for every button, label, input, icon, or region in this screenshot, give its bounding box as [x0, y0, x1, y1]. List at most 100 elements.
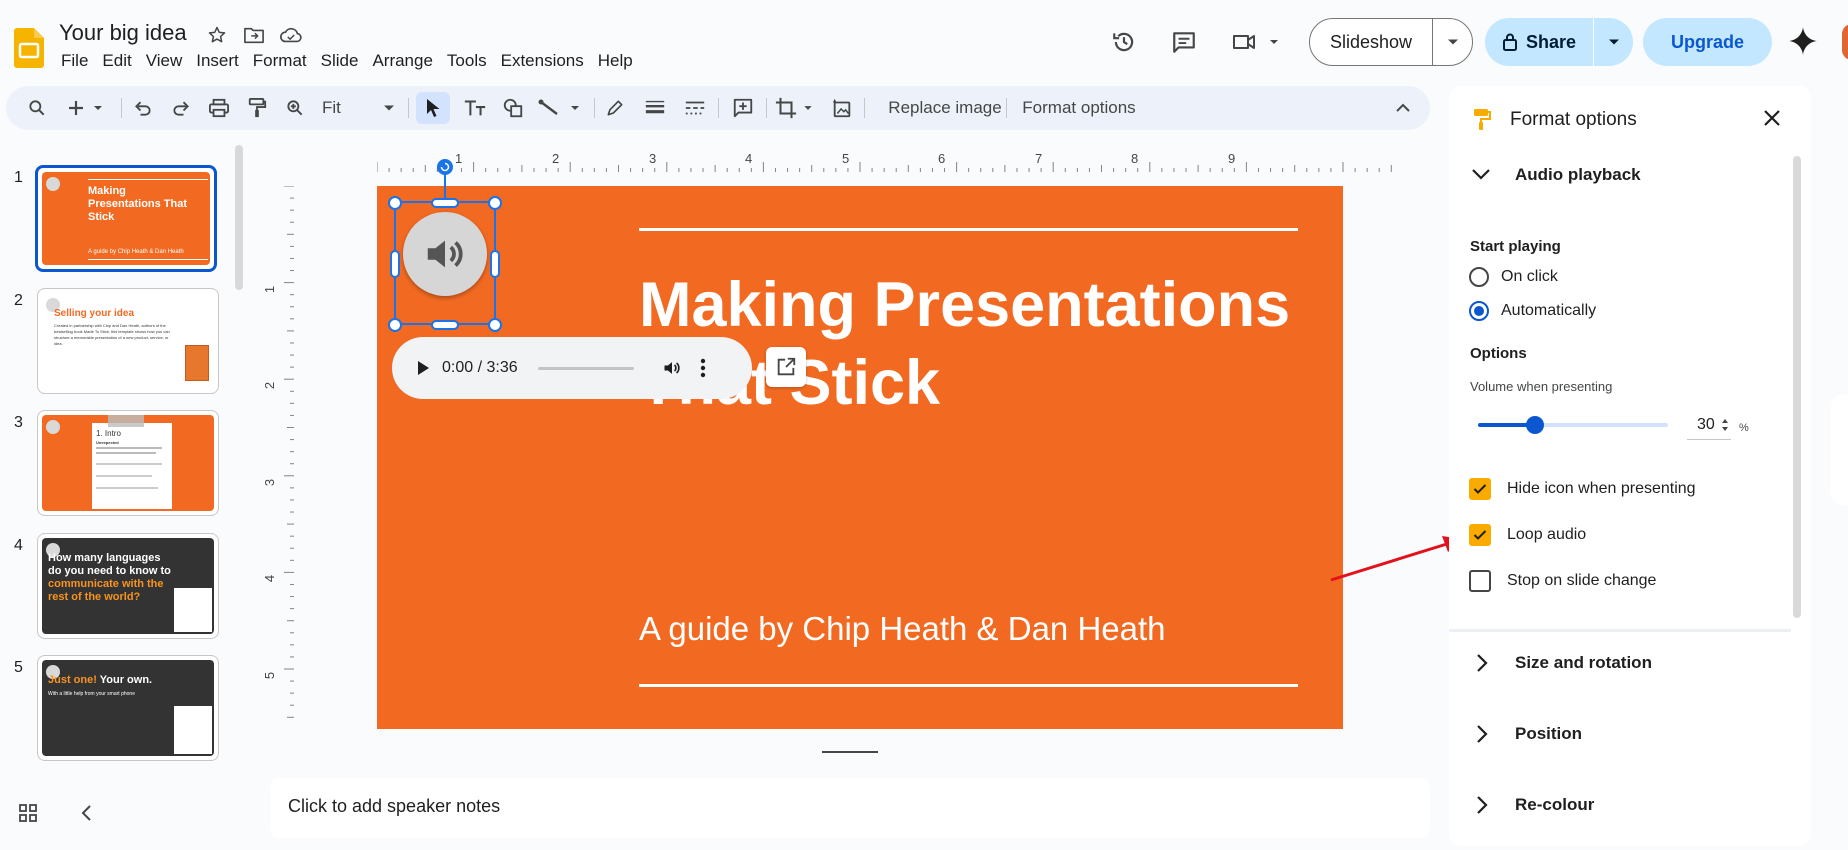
star-icon[interactable] — [204, 22, 230, 48]
stop-on-change-checkbox[interactable] — [1469, 570, 1491, 592]
speaker-notes[interactable]: Click to add speaker notes — [270, 778, 1430, 838]
audio-progress-track[interactable] — [537, 366, 634, 370]
slideshow-label[interactable]: Slideshow — [1310, 19, 1433, 65]
slide-thumbnail-5[interactable]: Just one! Your own. With a little help f… — [37, 655, 219, 761]
replace-image-button[interactable]: Replace image — [872, 86, 1018, 130]
menu-view[interactable]: View — [139, 50, 190, 72]
menu-extensions[interactable]: Extensions — [494, 50, 591, 72]
print-icon[interactable] — [204, 86, 234, 130]
move-folder-icon[interactable] — [241, 22, 267, 48]
paint-format-icon[interactable] — [242, 86, 272, 130]
menu-file[interactable]: File — [59, 50, 95, 72]
panel-scrollbar[interactable] — [1793, 156, 1801, 618]
text-box-icon[interactable] — [458, 86, 492, 130]
volume-slider[interactable] — [1478, 415, 1668, 435]
radio-on-click[interactable] — [1469, 267, 1489, 287]
collapse-filmstrip-icon[interactable] — [80, 804, 92, 822]
note-card — [174, 588, 212, 632]
slide[interactable]: Making Presentations That Stick A guide … — [377, 186, 1343, 729]
more-options-icon[interactable] — [700, 358, 706, 378]
upgrade-button[interactable]: Upgrade — [1643, 18, 1772, 66]
notes-resize-handle[interactable] — [822, 751, 878, 753]
zoom-dropdown-icon — [384, 105, 394, 111]
slide-thumbnail-2[interactable]: Selling your idea Created in partnership… — [37, 288, 219, 394]
loop-audio-option[interactable]: Loop audio — [1469, 524, 1586, 546]
border-dash-icon[interactable] — [680, 86, 710, 130]
filmstrip-scrollbar[interactable] — [235, 145, 243, 290]
reset-image-icon[interactable] — [826, 86, 858, 130]
position-header[interactable]: Position — [1471, 709, 1793, 757]
volume-input[interactable]: 30 — [1687, 412, 1731, 440]
audio-playback-header[interactable]: Audio playback — [1471, 150, 1793, 198]
chevron-down-icon — [1472, 169, 1490, 180]
volume-knob[interactable] — [1526, 416, 1544, 434]
slides-logo-icon[interactable] — [14, 28, 44, 68]
meet-call-icon[interactable] — [1228, 24, 1288, 60]
slideshow-dropdown-icon[interactable] — [1433, 19, 1472, 65]
note-card — [174, 706, 212, 754]
format-options-button[interactable]: Format options — [1014, 86, 1144, 130]
grid-view-icon[interactable] — [18, 803, 38, 823]
undo-icon[interactable] — [128, 86, 158, 130]
menu-insert[interactable]: Insert — [189, 50, 246, 72]
panel-title: Format options — [1510, 109, 1637, 130]
shape-icon[interactable] — [496, 86, 530, 130]
open-external-icon[interactable] — [766, 347, 806, 387]
slide-subtitle[interactable]: A guide by Chip Heath & Dan Heath — [639, 610, 1166, 648]
side-panel-edge[interactable] — [1830, 395, 1848, 505]
recolour-header[interactable]: Re-colour — [1471, 780, 1793, 828]
chevron-right-icon — [1477, 654, 1488, 672]
menu-arrange[interactable]: Arrange — [365, 50, 439, 72]
automatically-option[interactable]: Automatically — [1469, 301, 1596, 321]
version-history-icon[interactable] — [1106, 24, 1142, 60]
thumb-title: Making Presentations That Stick — [88, 185, 188, 223]
loop-audio-checkbox[interactable] — [1469, 524, 1491, 546]
volume-stepper-icon[interactable] — [1721, 417, 1729, 433]
slide-thumbnail-4[interactable]: How many languages do you need to know t… — [37, 533, 219, 639]
cloud-saved-icon[interactable] — [278, 22, 304, 48]
gemini-sparkle-icon[interactable] — [1788, 26, 1818, 56]
collapse-toolbar-icon[interactable] — [1388, 86, 1418, 130]
search-menus-icon[interactable] — [22, 86, 52, 130]
close-panel-icon[interactable] — [1762, 108, 1782, 128]
format-options-panel: Format options Audio playback Start play… — [1449, 86, 1811, 846]
radio-automatically[interactable] — [1469, 301, 1489, 321]
select-tool-icon[interactable] — [416, 92, 450, 124]
menu-edit[interactable]: Edit — [95, 50, 138, 72]
zoom-select[interactable]: Fit — [316, 86, 401, 130]
share-label: Share — [1525, 31, 1577, 52]
zoom-icon[interactable] — [280, 86, 310, 130]
hide-icon-checkbox[interactable] — [1469, 478, 1491, 500]
play-icon[interactable] — [416, 360, 430, 376]
new-slide-icon[interactable] — [64, 86, 114, 130]
menu-tools[interactable]: Tools — [440, 50, 494, 72]
border-color-icon[interactable] — [600, 86, 630, 130]
crop-image-icon[interactable] — [772, 86, 822, 130]
on-click-option[interactable]: On click — [1469, 267, 1558, 287]
redo-icon[interactable] — [166, 86, 196, 130]
menu-help[interactable]: Help — [591, 50, 640, 72]
menu-slide[interactable]: Slide — [314, 50, 366, 72]
menu-format[interactable]: Format — [246, 50, 314, 72]
ruler-label: 6 — [938, 151, 946, 166]
stop-on-change-option[interactable]: Stop on slide change — [1469, 570, 1656, 592]
size-rotation-header[interactable]: Size and rotation — [1471, 638, 1793, 686]
audio-player: 0:00 / 3:36 — [392, 337, 752, 399]
border-weight-icon[interactable] — [640, 86, 670, 130]
speaker-icon — [46, 177, 60, 191]
slide-thumbnail-3[interactable]: 1. Intro Unexpected — [37, 410, 219, 516]
volume-icon[interactable] — [662, 358, 682, 378]
ruler-label: 5 — [842, 151, 850, 166]
slide-thumbnail-1[interactable]: Making Presentations That Stick A guide … — [35, 165, 217, 272]
comments-icon[interactable] — [1166, 24, 1202, 60]
audio-time: 0:00 / 3:36 — [442, 359, 518, 376]
share-button[interactable]: Share — [1485, 18, 1633, 66]
share-dropdown-icon[interactable] — [1594, 18, 1633, 66]
slideshow-button[interactable]: Slideshow — [1309, 18, 1473, 66]
document-title[interactable]: Your big idea — [59, 20, 187, 46]
add-comment-icon[interactable] — [726, 86, 760, 130]
line-tool-icon[interactable] — [536, 86, 588, 130]
share-main[interactable]: Share — [1485, 18, 1594, 66]
hide-icon-option[interactable]: Hide icon when presenting — [1469, 478, 1696, 500]
avatar[interactable] — [1842, 24, 1848, 60]
